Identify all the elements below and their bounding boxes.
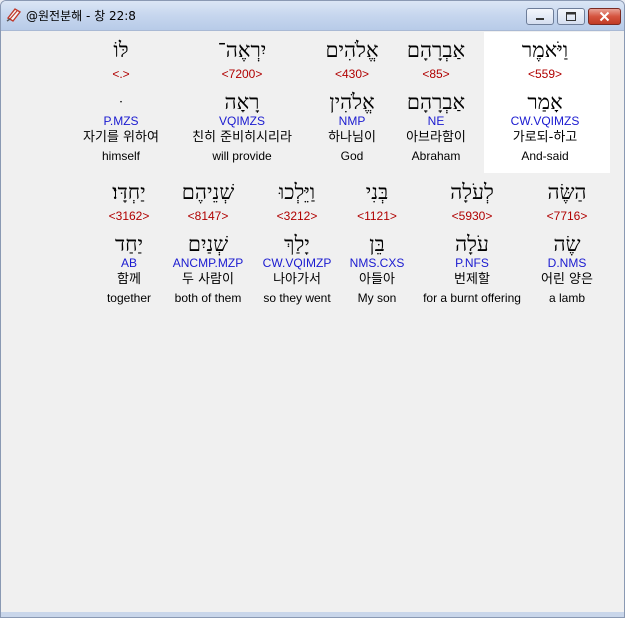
minimize-button[interactable] bbox=[526, 8, 554, 25]
morphology-code: AB bbox=[120, 256, 137, 270]
english-gloss: himself bbox=[101, 149, 140, 163]
strong-number: <3162> bbox=[108, 209, 150, 223]
korean-gloss: 함께 bbox=[117, 272, 141, 287]
hebrew-word: יַחְדָּו׃ bbox=[112, 180, 146, 204]
english-gloss: together bbox=[106, 291, 152, 305]
title-bar[interactable]: @원전분해 - 창 22:8 bbox=[1, 1, 624, 31]
app-window: @원전분해 - 창 22:8 וַיֹּאמֶר <559> אָמַר CW.VQI… bbox=[0, 0, 625, 618]
morphology-code: P.MZS bbox=[103, 114, 139, 128]
window-bottom-border bbox=[1, 612, 624, 617]
korean-gloss: 자기를 위하여 bbox=[83, 130, 159, 145]
hebrew-word: לּוֹ bbox=[113, 38, 129, 62]
strong-number: <.> bbox=[112, 67, 130, 81]
window-title: @원전분해 - 창 22:8 bbox=[26, 9, 136, 23]
hebrew-lemma: יַחַד bbox=[114, 232, 144, 256]
close-button[interactable] bbox=[588, 8, 621, 25]
maximize-button[interactable] bbox=[557, 8, 585, 25]
hebrew-lemma: ּ bbox=[41, 90, 201, 114]
app-logo-icon bbox=[6, 7, 22, 23]
interlinear-panel[interactable]: וַיֹּאמֶר <559> אָמַר CW.VQIMZS 가로되-하고 And-sa… bbox=[7, 32, 619, 613]
